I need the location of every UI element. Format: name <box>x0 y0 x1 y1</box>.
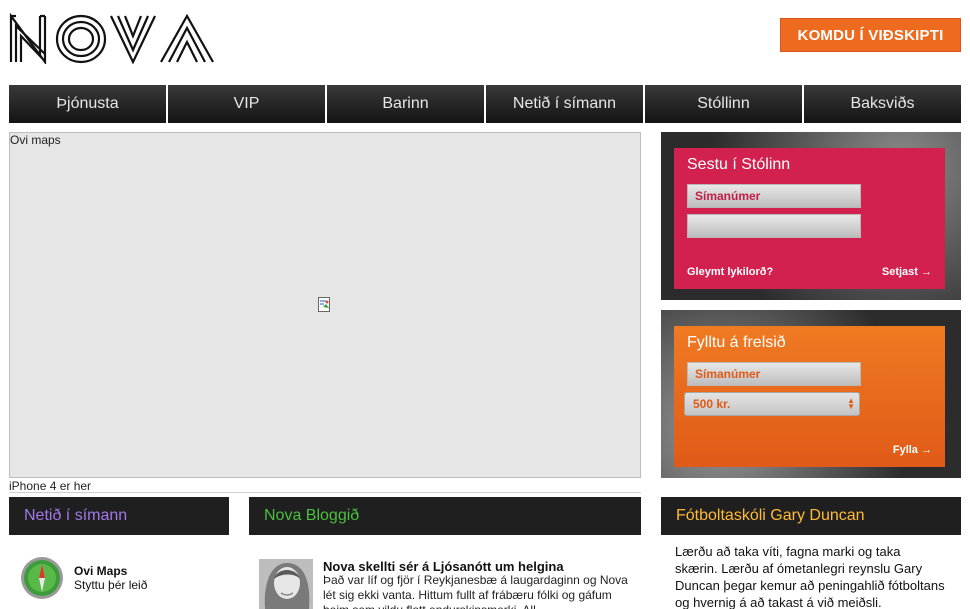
nova-logo-graphic <box>9 12 214 66</box>
amount-select[interactable]: 500 kr. ▲ ▼ <box>684 392 860 416</box>
blog-post-title[interactable]: Nova skellti sér á Ljósanótt um helgina <box>323 559 564 574</box>
topup-footer: Fylla → <box>687 444 932 456</box>
blog-author-photo[interactable] <box>259 559 313 609</box>
topup-submit-label: Fylla <box>892 444 918 456</box>
nav-item-stollinn[interactable]: Stóllinn <box>645 85 804 123</box>
login-submit-label: Setjast <box>881 266 918 278</box>
app-description: Styttu þér leið <box>74 578 148 592</box>
login-title: Sestu í Stólinn <box>687 156 791 173</box>
nav-item-barinn[interactable]: Barinn <box>327 85 486 123</box>
map-label: Ovi maps <box>10 133 61 147</box>
nav-item-baksvids[interactable]: Baksviðs <box>804 85 961 123</box>
map-caption: iPhone 4 er her <box>9 479 92 493</box>
password-input[interactable] <box>687 214 861 238</box>
become-customer-button[interactable]: KOMDU Í VIÐSKIPTI <box>780 18 961 52</box>
login-submit-button[interactable]: Setjast → <box>882 266 932 278</box>
topup-phone-input[interactable]: Símanúmer <box>687 362 861 386</box>
section-header-blog[interactable]: Nova Bloggið <box>249 497 641 535</box>
phone-number-input[interactable]: Símanúmer <box>687 184 861 208</box>
football-description: Lærðu að taka víti, fagna marki og taka … <box>675 544 945 609</box>
blog-post-excerpt: Það var líf og fjör í Reykjanesbæ á laug… <box>323 573 628 609</box>
main-nav: Þjónusta VIP Barinn Netið í símann Stóll… <box>9 85 961 123</box>
section-header-netid[interactable]: Netið í símann <box>9 497 229 535</box>
section-header-football[interactable]: Fótboltaskóli Gary Duncan <box>661 497 961 535</box>
nav-item-thjonusta[interactable]: Þjónusta <box>9 85 168 123</box>
topup-card: Fylltu á frelsið Símanúmer 500 kr. ▲ ▼ Fy… <box>674 326 945 467</box>
arrow-right-icon: → <box>921 444 932 456</box>
nav-item-netid[interactable]: Netið í símann <box>486 85 645 123</box>
login-card: Sestu í Stólinn Símanúmer Gleymt lykilor… <box>674 148 945 289</box>
login-panel: Sestu í Stólinn Símanúmer Gleymt lykilor… <box>661 132 961 300</box>
topup-title: Fylltu á frelsið <box>687 334 786 351</box>
page: KOMDU Í VIÐSKIPTI Þjónusta VIP Barinn Ne… <box>0 0 970 609</box>
nav-item-vip[interactable]: VIP <box>168 85 327 123</box>
login-footer: Gleymt lykilorð? Setjast → <box>687 266 932 278</box>
ovi-map-embed[interactable]: Ovi maps <box>9 132 641 478</box>
broken-image-icon <box>318 297 330 312</box>
arrow-right-icon: → <box>921 266 932 278</box>
topup-submit-button[interactable]: Fylla → <box>893 444 932 456</box>
topup-panel: Fylltu á frelsið Símanúmer 500 kr. ▲ ▼ Fy… <box>661 310 961 478</box>
app-name[interactable]: Ovi Maps <box>74 564 127 578</box>
select-updown-icon: ▲ ▼ <box>847 396 855 411</box>
nova-logo[interactable] <box>9 12 225 66</box>
forgot-password-link[interactable]: Gleymt lykilorð? <box>687 266 773 278</box>
divider <box>9 492 641 493</box>
amount-selected-value: 500 kr. <box>693 397 731 411</box>
compass-icon[interactable] <box>20 556 64 600</box>
